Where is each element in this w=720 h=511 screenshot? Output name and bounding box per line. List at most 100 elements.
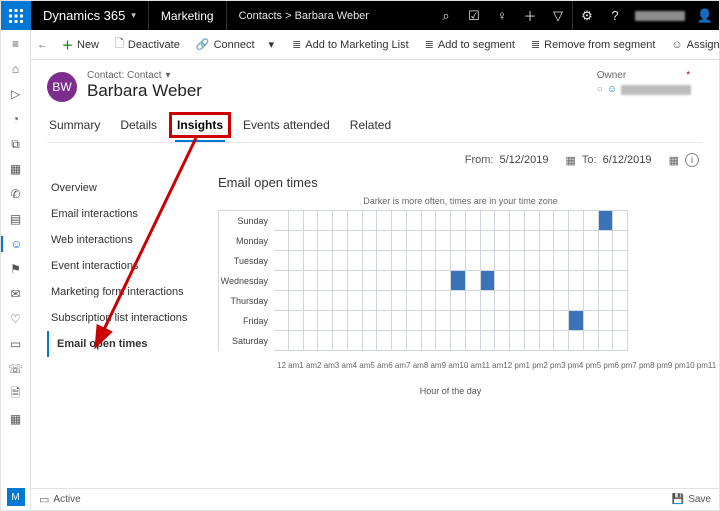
- user-avatar-icon[interactable]: 👤: [691, 1, 719, 30]
- add-icon[interactable]: ＋: [516, 1, 544, 30]
- heatmap: SundayMondayTuesdayWednesdayThursdayFrid…: [218, 210, 628, 351]
- deactivate-button[interactable]: 🗋Deactivate: [109, 30, 186, 59]
- new-button[interactable]: ＋New: [56, 30, 105, 59]
- area-switcher[interactable]: M: [7, 488, 25, 506]
- card-icon[interactable]: ▭: [8, 336, 24, 352]
- heatmap-cell: [466, 251, 481, 271]
- owner-field[interactable]: Owner* ○☺: [597, 70, 703, 95]
- app-launcher-icon[interactable]: [1, 1, 31, 30]
- to-value[interactable]: 6/12/2019: [603, 154, 663, 166]
- add-to-segment-button[interactable]: ≣Add to segment: [419, 30, 521, 59]
- heart-icon[interactable]: ♡: [8, 311, 24, 327]
- heatmap-cell: [481, 211, 496, 231]
- tab-summary[interactable]: Summary: [47, 118, 102, 142]
- status-bar: ▭ Active 💾Save: [31, 488, 719, 510]
- tab-events[interactable]: Events attended: [241, 118, 332, 142]
- date-filter-row: From: 5/12/2019 ▦ To: 6/12/2019 ▦ i: [51, 153, 699, 167]
- heatmap-cell: [466, 331, 481, 351]
- from-label: From:: [465, 154, 494, 166]
- heatmap-cell: [495, 311, 510, 331]
- record-title: Barbara Weber: [87, 81, 202, 101]
- home-icon[interactable]: ⌂: [8, 61, 24, 77]
- module-name[interactable]: Marketing: [149, 1, 227, 30]
- sidemenu-item[interactable]: Overview: [47, 175, 202, 201]
- app-name[interactable]: Dynamics 365 ▾: [31, 1, 149, 30]
- x-axis-title: Hour of the day: [218, 386, 628, 396]
- phone-icon[interactable]: ✆: [8, 186, 24, 202]
- sidemenu-item[interactable]: Event interactions: [47, 253, 202, 279]
- heatmap-cell: [436, 331, 451, 351]
- add-to-list-button[interactable]: ≣Add to Marketing List: [286, 30, 415, 59]
- heatmap-hour-label: 10 pm: [682, 353, 704, 362]
- heatmap-cell: [392, 211, 407, 231]
- heatmap-cell: [318, 231, 333, 251]
- mic-icon[interactable]: ☏: [8, 361, 24, 377]
- sidemenu-item[interactable]: Marketing form interactions: [47, 279, 202, 305]
- calendar-icon[interactable]: ▦: [8, 161, 24, 177]
- heatmap-cell: [540, 211, 555, 231]
- heatmap-cell: [304, 331, 319, 351]
- heatmap-cell: [348, 311, 363, 331]
- heatmap-hour-label: 12 pm: [499, 353, 521, 362]
- doc-icon[interactable]: 🗎: [8, 386, 24, 402]
- calendar-icon[interactable]: ▦: [566, 154, 576, 167]
- recent-icon[interactable]: ◔: [8, 111, 24, 127]
- sidemenu-item[interactable]: Web interactions: [47, 227, 202, 253]
- cmd-deactivate-label: Deactivate: [128, 39, 180, 51]
- cmd-remseg-label: Remove from segment: [544, 39, 655, 51]
- filter-icon[interactable]: ▽: [544, 1, 572, 30]
- task-icon[interactable]: ☑: [460, 1, 488, 30]
- connect-button[interactable]: 🔗Connect: [190, 30, 261, 59]
- heatmap-cell: [392, 231, 407, 251]
- help-icon[interactable]: ?: [601, 1, 629, 30]
- heatmap-cell: [422, 311, 437, 331]
- heatmap-cell: [599, 291, 614, 311]
- heatmap-cell: [363, 231, 378, 251]
- building-icon[interactable]: ▤: [8, 211, 24, 227]
- heatmap-cell: [466, 311, 481, 331]
- assistant-icon[interactable]: ♀: [488, 1, 516, 30]
- info-icon[interactable]: i: [685, 153, 699, 167]
- save-button[interactable]: 💾Save: [672, 494, 711, 505]
- heatmap-cell: [422, 291, 437, 311]
- breadcrumb[interactable]: Contacts > Barbara Weber: [227, 1, 381, 30]
- copy-icon[interactable]: ⧉: [8, 136, 24, 152]
- tab-details[interactable]: Details: [118, 118, 159, 142]
- heatmap-cell: [363, 211, 378, 231]
- heatmap-cell: [599, 271, 614, 291]
- sidemenu-item[interactable]: Subscription list interactions: [47, 305, 202, 331]
- assign-button[interactable]: ☺Assign: [665, 30, 720, 59]
- menu-icon[interactable]: ≡: [8, 36, 24, 52]
- heatmap-cell: [436, 311, 451, 331]
- heatmap-cell: [377, 291, 392, 311]
- flag-icon[interactable]: ⚑: [8, 261, 24, 277]
- avatar-initials: BW: [52, 80, 71, 94]
- connect-chevron[interactable]: ▾: [265, 30, 279, 59]
- from-value[interactable]: 5/12/2019: [500, 154, 560, 166]
- heatmap-cell: [451, 311, 466, 331]
- heatmap-day-label: Sunday: [219, 211, 274, 231]
- heatmap-cell: [613, 231, 628, 251]
- heatmap-cell: [584, 231, 599, 251]
- heatmap-cell: [407, 271, 422, 291]
- settings-icon[interactable]: ⚙: [573, 1, 601, 30]
- heatmap-cell: [436, 271, 451, 291]
- back-button[interactable]: ←: [37, 39, 48, 51]
- entity-label[interactable]: Contact: Contact ▾: [87, 70, 202, 81]
- search-icon[interactable]: ⌕: [432, 1, 460, 30]
- mail-icon[interactable]: ✉: [8, 286, 24, 302]
- play-icon[interactable]: ▷: [8, 86, 24, 102]
- remove-from-segment-button[interactable]: ≣Remove from segment: [525, 30, 661, 59]
- heatmap-cell: [584, 211, 599, 231]
- grid-icon[interactable]: ▦: [8, 411, 24, 427]
- heatmap-cell: [525, 211, 540, 231]
- contacts-icon[interactable]: ☺: [1, 236, 30, 252]
- heatmap-cell: [289, 251, 304, 271]
- sidemenu-item[interactable]: Email open times: [47, 331, 202, 357]
- save-label: Save: [688, 494, 711, 505]
- calendar-icon[interactable]: ▦: [669, 154, 679, 167]
- tab-related[interactable]: Related: [348, 118, 393, 142]
- avatar: BW: [47, 72, 77, 102]
- sidemenu-item[interactable]: Email interactions: [47, 201, 202, 227]
- heatmap-cell: [318, 271, 333, 291]
